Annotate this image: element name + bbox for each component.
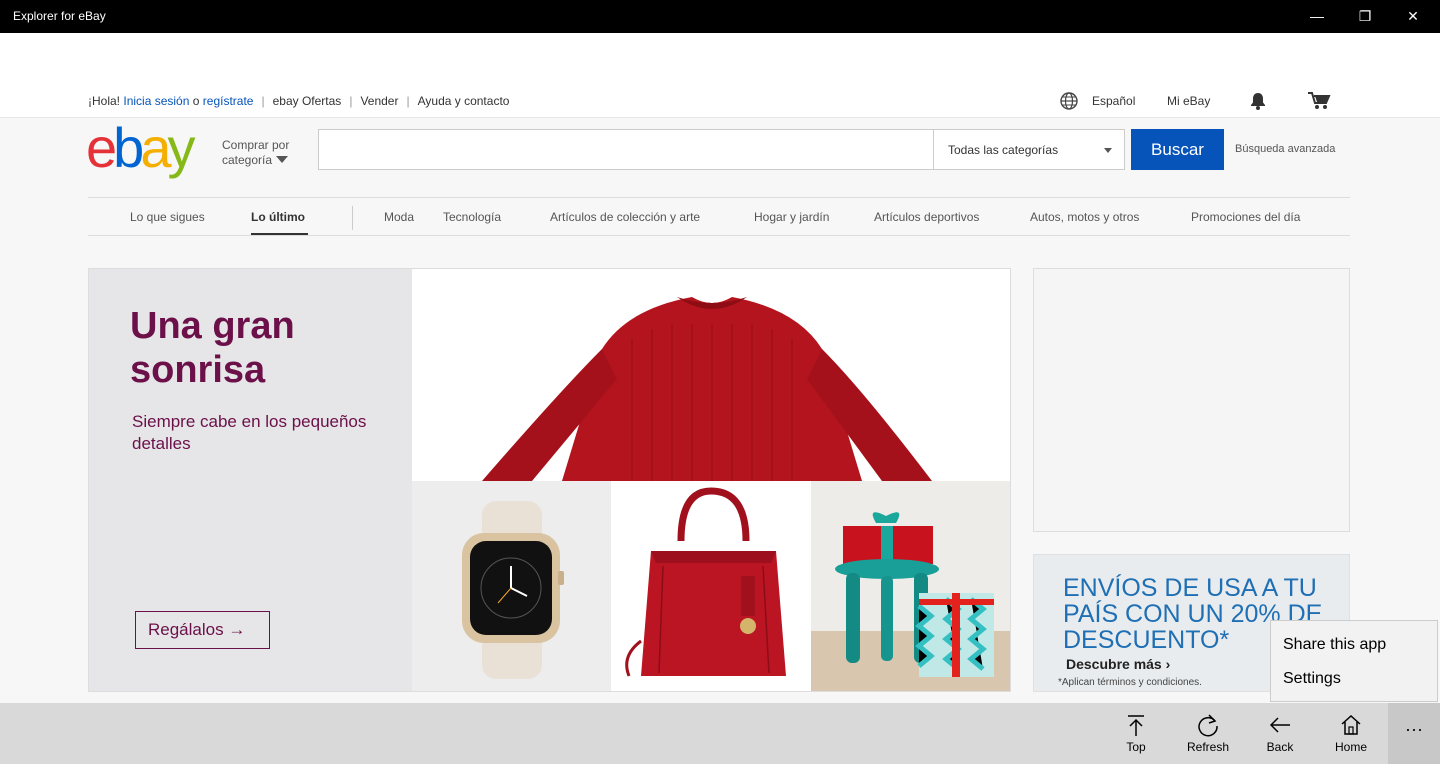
handbag-image[interactable] (611, 481, 811, 691)
banner-subtitle: Siempre cabe en los pequeños detalles (132, 412, 367, 453)
logo-letter: y (167, 116, 195, 179)
hero-banner[interactable]: Una gran sonrisa Siempre cabe en los peq… (88, 268, 1011, 692)
dropdown-arrow-icon (1104, 148, 1112, 153)
register-link[interactable]: regístrate (203, 94, 254, 108)
watch-image[interactable] (412, 481, 611, 691)
window-title-bar: Explorer for eBay — ❐ ✕ (0, 0, 1440, 33)
separator: | (349, 94, 353, 108)
category-select[interactable]: Todas las categorías (934, 129, 1125, 170)
banner-text-panel: Una gran sonrisa Siempre cabe en los peq… (89, 269, 412, 691)
advanced-search-link[interactable]: Búsqueda avanzada (1235, 143, 1335, 155)
refresh-label: Refresh (1186, 740, 1230, 754)
shop-by-line1: Comprar por (222, 138, 290, 152)
nav-item-home-garden[interactable]: Hogar y jardín (754, 210, 829, 224)
logo-letter: e (86, 116, 117, 179)
sell-link[interactable]: Vender (360, 94, 398, 108)
nav-item-sports[interactable]: Artículos deportivos (874, 210, 979, 224)
separator: | (406, 94, 410, 108)
more-options-button[interactable]: ··· (1388, 703, 1440, 764)
window-title: Explorer for eBay (13, 9, 106, 23)
promo-more-link[interactable]: Descubre más › (1066, 656, 1170, 672)
arrow-up-to-line-icon (1128, 715, 1144, 736)
gift-them-button[interactable]: Regálalos → (135, 611, 270, 649)
advertisement-slot (1033, 268, 1350, 532)
nav-item-following[interactable]: Lo que sigues (130, 210, 205, 224)
my-ebay-link[interactable]: Mi eBay (1167, 94, 1210, 108)
deals-link[interactable]: ebay Ofertas (273, 94, 342, 108)
scroll-top-button[interactable]: Top (1106, 713, 1166, 754)
shop-by-line2: categoría (222, 153, 273, 167)
logo-letter: b (113, 116, 144, 179)
refresh-button[interactable]: Refresh (1178, 713, 1238, 754)
signin-link[interactable]: Inicia sesión (123, 94, 189, 108)
refresh-icon (1198, 714, 1218, 737)
settings-menu-item[interactable]: Settings (1283, 670, 1341, 688)
separator: | (261, 94, 265, 108)
greeting: ¡Hola! Inicia sesión o regístrate | ebay… (88, 94, 509, 108)
cart-icon[interactable] (1307, 91, 1331, 114)
nav-item-technology[interactable]: Tecnología (443, 210, 501, 224)
promo-terms: *Aplican términos y condiciones. (1058, 677, 1202, 688)
nav-item-collectibles[interactable]: Artículos de colección y arte (550, 210, 700, 224)
shop-by-category[interactable]: Comprar por categoría (222, 138, 289, 168)
logo-letter: a (140, 116, 171, 179)
nav-item-motors[interactable]: Autos, motos y otros (1030, 210, 1139, 224)
app-command-bar: Top Refresh Back Home ··· (0, 703, 1440, 764)
caret-down-icon (276, 156, 289, 163)
gifts-image[interactable] (811, 481, 1010, 691)
active-tab-underline (251, 233, 308, 235)
sweater-image[interactable] (412, 269, 1010, 481)
category-select-value: Todas las categorías (948, 143, 1059, 157)
greeting-prefix: ¡Hola! (88, 94, 121, 108)
banner-headline: Una gran sonrisa (130, 305, 295, 391)
arrow-left-icon (1269, 717, 1290, 733)
more-menu-flyout: Share this app Settings (1270, 620, 1438, 702)
search-input[interactable] (318, 129, 934, 170)
share-app-menu-item[interactable]: Share this app (1283, 636, 1386, 654)
ebay-logo[interactable]: ebay (86, 120, 195, 176)
home-label: Home (1334, 740, 1367, 754)
nav-item-latest[interactable]: Lo último (251, 210, 305, 224)
minimize-button[interactable]: — (1294, 0, 1340, 33)
top-label: Top (1126, 740, 1146, 754)
back-button[interactable]: Back (1250, 713, 1310, 754)
back-label: Back (1266, 740, 1294, 754)
nav-item-daily-deals[interactable]: Promociones del día (1191, 210, 1300, 224)
help-link[interactable]: Ayuda y contacto (418, 94, 510, 108)
home-icon (1341, 714, 1361, 735)
nav-divider (352, 206, 353, 230)
globe-icon[interactable] (1060, 92, 1080, 112)
search-button[interactable]: Buscar (1131, 129, 1224, 170)
language-selector[interactable]: Español (1092, 94, 1135, 108)
or-text: o (192, 94, 200, 108)
close-button[interactable]: ✕ (1390, 0, 1436, 33)
nav-item-fashion[interactable]: Moda (384, 210, 414, 224)
category-nav: Lo que sigues Lo último Moda Tecnología … (88, 197, 1350, 236)
home-button[interactable]: Home (1321, 713, 1381, 754)
maximize-button[interactable]: ❐ (1342, 0, 1388, 33)
bell-icon[interactable] (1248, 91, 1268, 114)
